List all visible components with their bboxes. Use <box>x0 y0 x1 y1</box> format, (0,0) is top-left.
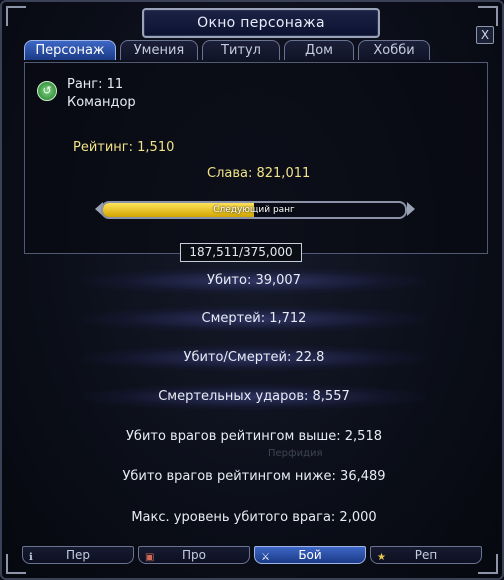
next-rank-bar: Следующий ранг <box>101 201 407 219</box>
tab-character[interactable]: Персонаж <box>24 40 116 60</box>
stat-max-enemy-level: Макс. уровень убитого врага: 2,000 <box>131 510 377 525</box>
tab-hobby[interactable]: Хобби <box>358 40 430 60</box>
rank-title: Командор <box>67 95 136 110</box>
stat-killing-blows: Смертельных ударов: 8,557 <box>82 384 426 410</box>
tab-skills[interactable]: Умения <box>120 40 198 60</box>
next-rank-label: Следующий ранг <box>213 205 295 215</box>
rating-value: Рейтинг: 1,510 <box>73 140 175 155</box>
tab-house[interactable]: Дом <box>284 40 354 60</box>
bottom-tab-rep[interactable]: ★ Реп <box>370 546 482 564</box>
stat-kills-lower-rating: Убито врагов рейтингом ниже: 36,489 <box>122 469 386 484</box>
character-window: Окно персонажа X Персонаж Умения Титул Д… <box>0 0 504 580</box>
tab-title[interactable]: Титул <box>202 40 280 60</box>
corner-ornament-tl <box>6 6 26 26</box>
top-tab-bar: Персонаж Умения Титул Дом Хобби <box>24 40 430 62</box>
profile-icon: ▣ <box>145 552 155 563</box>
bottom-tab-bar: ℹ Пер ▣ Про ⚔ Бой ★ Реп <box>22 546 482 564</box>
rank-value: Ранг: 11 <box>67 77 124 92</box>
battle-icon: ⚔ <box>261 552 270 563</box>
stat-kills: Убито: 39,007 <box>82 268 426 294</box>
info-icon: ℹ <box>29 552 33 563</box>
window-title[interactable]: Окно персонажа <box>142 8 380 38</box>
stat-deaths: Смертей: 1,712 <box>82 306 426 332</box>
bar-right-arrow-icon <box>407 202 415 216</box>
window-title-text: Окно персонажа <box>197 15 325 31</box>
rank-emblem-icon: ↺ <box>37 81 57 101</box>
corner-ornament-tr <box>478 6 498 26</box>
bottom-tab-pro-label: Про <box>182 548 206 562</box>
rank-progress-counter: 187,511/375,000 <box>180 243 302 262</box>
bottom-tab-battle-label: Бой <box>298 548 322 562</box>
rank-panel: ↺ Ранг: 11 Командор Рейтинг: 1,510 Слава… <box>24 62 488 254</box>
close-button[interactable]: X <box>476 26 494 44</box>
bottom-tab-rep-label: Реп <box>414 548 438 562</box>
watermark: Перфидия <box>268 448 323 459</box>
bottom-tab-per-label: Пер <box>65 548 91 562</box>
glory-value: Слава: 821,011 <box>207 166 311 181</box>
bottom-tab-pro[interactable]: ▣ Про <box>138 546 250 564</box>
bottom-tab-battle[interactable]: ⚔ Бой <box>254 546 366 564</box>
stat-kill-death-ratio: Убито/Смертей: 22.8 <box>82 345 426 371</box>
close-icon: X <box>480 28 490 42</box>
stat-kills-higher-rating: Убито врагов рейтингом выше: 2,518 <box>126 429 382 444</box>
reputation-icon: ★ <box>377 552 386 563</box>
bottom-tab-per[interactable]: ℹ Пер <box>22 546 134 564</box>
